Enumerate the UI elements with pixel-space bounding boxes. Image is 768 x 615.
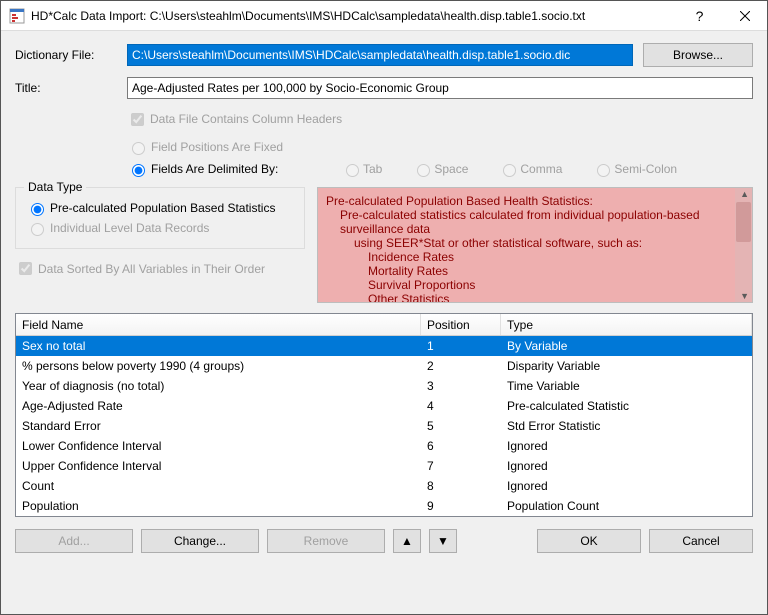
table-row[interactable]: Upper Confidence Interval7Ignored <box>16 456 752 476</box>
fields-table[interactable]: Field Name Position Type Sex no total1By… <box>15 313 753 517</box>
delim-comma-label: Comma <box>520 162 562 176</box>
scroll-down-icon[interactable]: ▼ <box>740 291 749 301</box>
table-row[interactable]: Lower Confidence Interval6Ignored <box>16 436 752 456</box>
cancel-button[interactable]: Cancel <box>649 529 753 553</box>
cell-type: By Variable <box>501 339 752 353</box>
data-type-legend: Data Type <box>24 180 86 194</box>
dictionary-file-label: Dictionary File: <box>15 48 127 62</box>
info-line: Incidence Rates <box>368 250 744 264</box>
delim-space-label: Space <box>434 162 468 176</box>
table-header: Field Name Position Type <box>16 314 752 336</box>
table-row[interactable]: Standard Error5Std Error Statistic <box>16 416 752 436</box>
individual-radio <box>31 223 44 236</box>
data-type-group: Data Type Pre-calculated Population Base… <box>15 187 305 249</box>
col-header-name[interactable]: Field Name <box>16 314 421 335</box>
delim-tab-radio <box>346 164 359 177</box>
delim-tab-label: Tab <box>363 162 382 176</box>
move-up-button[interactable]: ▲ <box>393 529 421 553</box>
delimited-label: Fields Are Delimited By: <box>151 162 341 176</box>
change-button[interactable]: Change... <box>141 529 259 553</box>
dictionary-file-input[interactable] <box>127 44 633 66</box>
info-line: Pre-calculated Population Based Health S… <box>326 194 744 208</box>
cell-name: Upper Confidence Interval <box>16 459 421 473</box>
cell-pos: 7 <box>421 459 501 473</box>
precalc-radio[interactable] <box>31 203 44 216</box>
table-row[interactable]: Count8Ignored <box>16 476 752 496</box>
help-button[interactable]: ? <box>677 1 722 31</box>
browse-button[interactable]: Browse... <box>643 43 753 67</box>
cell-name: % persons below poverty 1990 (4 groups) <box>16 359 421 373</box>
delim-space-radio <box>417 164 430 177</box>
individual-label: Individual Level Data Records <box>50 221 209 235</box>
delim-comma-radio <box>503 164 516 177</box>
cell-type: Time Variable <box>501 379 752 393</box>
titlebar: HD*Calc Data Import: C:\Users\steahlm\Do… <box>1 1 767 31</box>
cell-name: Year of diagnosis (no total) <box>16 379 421 393</box>
cell-type: Disparity Variable <box>501 359 752 373</box>
info-scrollbar[interactable]: ▲ ▼ <box>735 188 752 302</box>
cell-name: Sex no total <box>16 339 421 353</box>
cell-name: Count <box>16 479 421 493</box>
info-line: using SEER*Stat or other statistical sof… <box>354 236 744 250</box>
ok-button[interactable]: OK <box>537 529 641 553</box>
info-line: Other Statistics <box>368 292 744 303</box>
delimited-radio[interactable] <box>132 164 145 177</box>
cell-name: Age-Adjusted Rate <box>16 399 421 413</box>
table-row[interactable]: Age-Adjusted Rate4Pre-calculated Statist… <box>16 396 752 416</box>
cell-type: Ignored <box>501 479 752 493</box>
cell-pos: 6 <box>421 439 501 453</box>
cell-name: Population <box>16 499 421 513</box>
sorted-checkbox-label: Data Sorted By All Variables in Their Or… <box>38 262 265 276</box>
table-row[interactable]: % persons below poverty 1990 (4 groups)2… <box>16 356 752 376</box>
cell-pos: 5 <box>421 419 501 433</box>
precalc-label: Pre-calculated Population Based Statisti… <box>50 201 275 215</box>
cell-pos: 3 <box>421 379 501 393</box>
delim-semicolon-radio <box>597 164 610 177</box>
cell-pos: 2 <box>421 359 501 373</box>
info-line: Mortality Rates <box>368 264 744 278</box>
table-row[interactable]: Year of diagnosis (no total)3Time Variab… <box>16 376 752 396</box>
cell-type: Std Error Statistic <box>501 419 752 433</box>
info-line: Survival Proportions <box>368 278 744 292</box>
remove-button: Remove <box>267 529 385 553</box>
cell-name: Lower Confidence Interval <box>16 439 421 453</box>
sorted-checkbox <box>19 262 32 275</box>
cell-type: Population Count <box>501 499 752 513</box>
headers-checkbox-label: Data File Contains Column Headers <box>150 112 342 126</box>
cell-pos: 4 <box>421 399 501 413</box>
table-row[interactable]: Population9Population Count <box>16 496 752 516</box>
title-label: Title: <box>15 81 127 95</box>
cell-pos: 8 <box>421 479 501 493</box>
close-button[interactable] <box>722 1 767 31</box>
scroll-thumb[interactable] <box>736 202 751 242</box>
col-header-type[interactable]: Type <box>501 314 752 335</box>
cell-name: Standard Error <box>16 419 421 433</box>
fixed-positions-label: Field Positions Are Fixed <box>151 140 283 154</box>
dialog-content: Dictionary File: Browse... Title: Data F… <box>1 31 767 563</box>
add-button: Add... <box>15 529 133 553</box>
col-header-pos[interactable]: Position <box>421 314 501 335</box>
headers-checkbox <box>131 113 144 126</box>
window-title: HD*Calc Data Import: C:\Users\steahlm\Do… <box>31 9 677 23</box>
scroll-up-icon[interactable]: ▲ <box>740 189 749 199</box>
table-row[interactable]: Sex no total1By Variable <box>16 336 752 356</box>
delim-semicolon-label: Semi-Colon <box>614 162 677 176</box>
cell-pos: 1 <box>421 339 501 353</box>
app-icon <box>9 8 25 24</box>
table-body: Sex no total1By Variable% persons below … <box>16 336 752 516</box>
info-panel: Pre-calculated Population Based Health S… <box>317 187 753 303</box>
cell-type: Pre-calculated Statistic <box>501 399 752 413</box>
info-line: Pre-calculated statistics calculated fro… <box>340 208 744 236</box>
fixed-positions-radio <box>132 142 145 155</box>
cell-type: Ignored <box>501 439 752 453</box>
cell-type: Ignored <box>501 459 752 473</box>
cell-pos: 9 <box>421 499 501 513</box>
move-down-button[interactable]: ▼ <box>429 529 457 553</box>
title-input[interactable] <box>127 77 753 99</box>
